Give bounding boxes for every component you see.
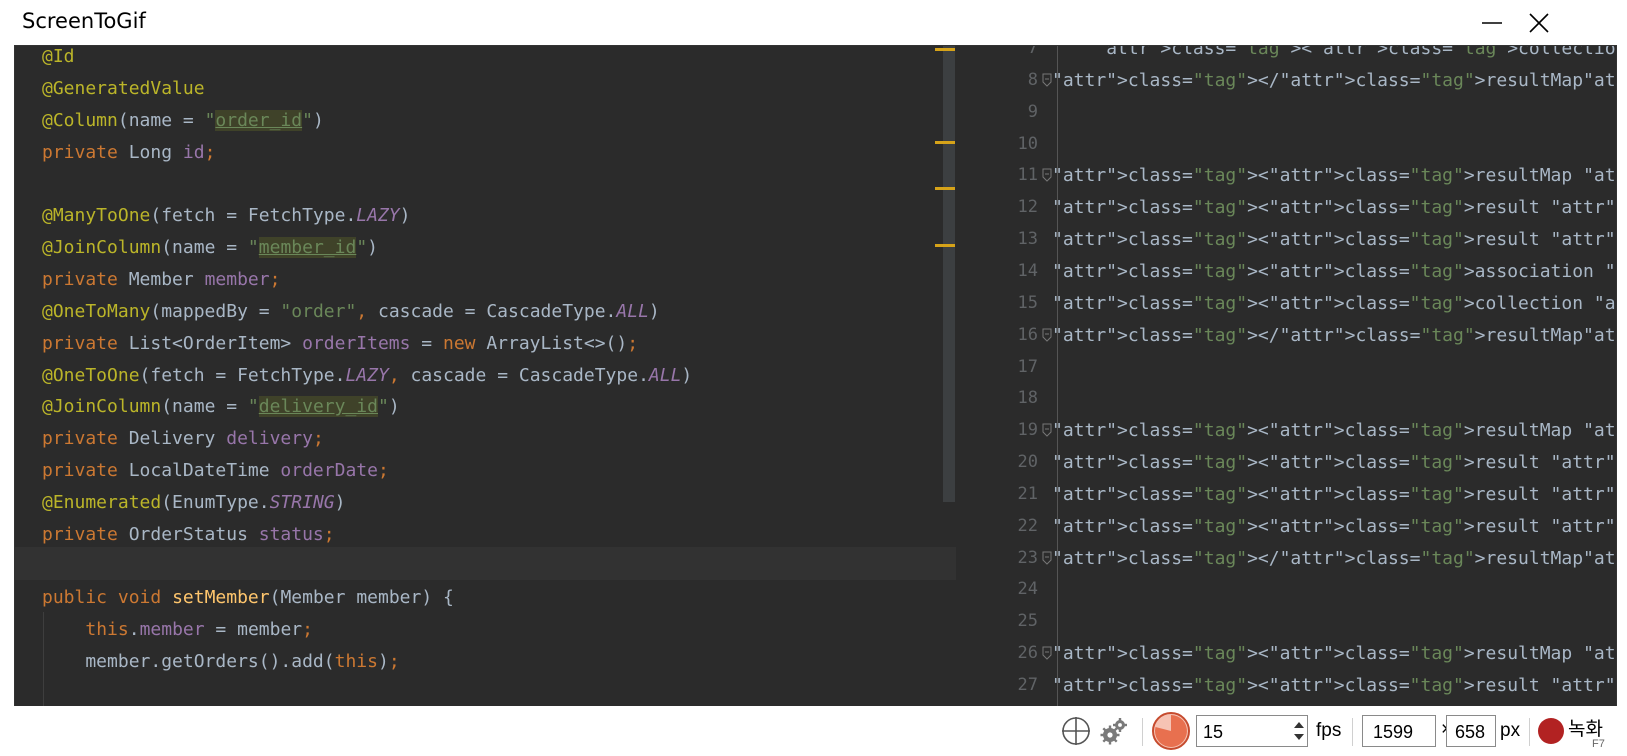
java-editor-pane: @Id @GeneratedValue @Column(name = "order_…: [15, 46, 956, 707]
crosshair-icon: [1062, 717, 1090, 745]
arrow-up-icon: [1294, 722, 1304, 728]
xml-line[interactable]: "attr">class="tag"><"attr">class="tag">c…: [1052, 46, 1616, 65]
code-line[interactable]: member.getOrders().add(this);: [42, 645, 399, 678]
xml-line[interactable]: "attr">class="tag"></"attr">class="tag">…: [1052, 542, 1616, 575]
px-label: px: [1500, 720, 1521, 741]
xml-editor-pane: 7 "attr">class="tag"><"attr">class="tag"…: [956, 46, 1616, 707]
arrow-down-icon: [1294, 734, 1304, 740]
code-line[interactable]: @Enumerated(EnumType.STRING): [42, 486, 345, 519]
line-number: 17: [1017, 356, 1038, 377]
xml-line[interactable]: "attr">class="tag"><"attr">class="tag">a…: [1052, 255, 1616, 288]
code-line[interactable]: private List<OrderItem> orderItems = new…: [42, 327, 638, 360]
timer-icon: [1152, 712, 1190, 750]
line-number: 18: [1017, 388, 1038, 409]
line-number: 8: [1027, 69, 1038, 90]
line-number: 22: [1017, 515, 1038, 536]
code-line[interactable]: private Delivery delivery;: [42, 422, 324, 455]
code-line[interactable]: @ManyToOne(fetch = FetchType.LAZY): [42, 199, 410, 232]
code-line[interactable]: private Long id;: [42, 136, 215, 169]
line-number: 9: [1027, 101, 1038, 122]
code-line[interactable]: @OneToMany(mappedBy = "order", cascade =…: [42, 295, 660, 328]
xml-line[interactable]: "attr">class="tag"><"attr">class="tag">r…: [1052, 414, 1616, 447]
height-input[interactable]: 658: [1446, 715, 1496, 747]
xml-line[interactable]: "attr">class="tag"><"attr">class="tag">r…: [1052, 446, 1616, 479]
fold-icon[interactable]: [1042, 168, 1052, 183]
minimize-button[interactable]: [1470, 6, 1514, 40]
line-number: 19: [1017, 420, 1038, 441]
error-stripe-marker: [935, 244, 955, 247]
xml-line[interactable]: "attr">class="tag"><"attr">class="tag">r…: [1052, 159, 1616, 192]
line-number: 10: [1017, 133, 1038, 154]
record-button[interactable]: [1536, 715, 1566, 747]
gutter-separator: [1057, 46, 1058, 707]
error-stripe-marker: [935, 48, 955, 51]
code-line[interactable]: public void setMember(Member member) {: [42, 581, 454, 614]
line-number: 23: [1017, 547, 1038, 568]
record-label[interactable]: 녹화: [1568, 714, 1603, 741]
line-number: 21: [1017, 483, 1038, 504]
code-line[interactable]: @JoinColumn(name = "member_id"): [42, 231, 378, 264]
frame-timer-button[interactable]: [1151, 711, 1191, 751]
code-line[interactable]: @Id: [42, 46, 75, 73]
record-icon: [1538, 718, 1564, 744]
minimize-icon: [1482, 22, 1502, 24]
xml-line[interactable]: "attr">class="tag"><"attr">class="tag">r…: [1052, 223, 1616, 256]
line-number: 16: [1017, 324, 1038, 345]
line-number: 27: [1017, 675, 1038, 695]
settings-button[interactable]: [1098, 715, 1130, 747]
code-line[interactable]: this.member = member;: [42, 613, 313, 646]
code-line[interactable]: @GeneratedValue: [42, 72, 205, 105]
current-line-highlight: [15, 547, 956, 580]
xml-line[interactable]: "attr">class="tag"><"attr">class="tag">r…: [1052, 191, 1616, 224]
error-stripe-marker: [935, 141, 955, 144]
xml-line[interactable]: "attr">class="tag"><"attr">class="tag">r…: [1052, 478, 1616, 511]
line-number: 11: [1017, 165, 1038, 186]
line-number: 7: [1027, 46, 1038, 58]
xml-line[interactable]: "attr">class="tag"></"attr">class="tag">…: [1052, 64, 1616, 97]
gear-icon: [1100, 718, 1127, 745]
record-shortcut: F7: [1592, 738, 1605, 750]
title-bar: ScreenToGif: [0, 0, 1627, 45]
xml-line[interactable]: "attr">class="tag"></"attr">class="tag">…: [1052, 319, 1616, 352]
code-line[interactable]: private LocalDateTime orderDate;: [42, 454, 389, 487]
line-number: 13: [1017, 229, 1038, 250]
code-line[interactable]: @Column(name = "order_id"): [42, 104, 324, 137]
fold-icon[interactable]: [1042, 551, 1052, 565]
toolbar-separator: [1529, 718, 1530, 746]
fps-label: fps: [1316, 720, 1342, 741]
line-number: 25: [1017, 611, 1038, 632]
line-number: 12: [1017, 197, 1038, 218]
crosshair-button[interactable]: [1060, 715, 1092, 747]
code-line[interactable]: private OrderStatus status;: [42, 518, 335, 551]
close-icon: [1529, 13, 1549, 33]
code-line[interactable]: @OneToOne(fetch = FetchType.LAZY, cascad…: [42, 359, 692, 392]
app-title: ScreenToGif: [22, 9, 146, 33]
capture-region[interactable]: @Id @GeneratedValue @Column(name = "order_…: [14, 45, 1617, 708]
fps-stepper[interactable]: [1290, 715, 1308, 747]
scrollbar-track[interactable]: [943, 46, 955, 502]
toolbar-separator: [1142, 718, 1143, 746]
toolbar-separator: [1352, 718, 1353, 746]
xml-line[interactable]: "attr">class="tag"><"attr">class="tag">c…: [1052, 287, 1616, 320]
code-line[interactable]: @JoinColumn(name = "delivery_id"): [42, 390, 400, 423]
fold-icon[interactable]: [1042, 328, 1052, 342]
fold-icon[interactable]: [1042, 423, 1052, 437]
fold-icon[interactable]: [1042, 73, 1052, 87]
xml-line[interactable]: "attr">class="tag"><"attr">class="tag">r…: [1052, 510, 1616, 543]
error-stripe-marker: [935, 187, 955, 190]
fold-icon[interactable]: [1042, 646, 1052, 660]
line-number: 26: [1017, 643, 1038, 664]
line-number: 15: [1017, 292, 1038, 313]
width-input[interactable]: 1599: [1362, 715, 1436, 747]
bottom-toolbar: 15 fps 1599 × 658 px 녹화 F7: [0, 706, 1627, 756]
xml-line[interactable]: "attr">class="tag"><"attr">class="tag">r…: [1052, 637, 1616, 670]
close-button[interactable]: [1517, 6, 1561, 40]
line-number: 24: [1017, 579, 1038, 600]
code-line[interactable]: private Member member;: [42, 263, 280, 296]
line-number: 14: [1017, 260, 1038, 281]
line-number: 20: [1017, 452, 1038, 473]
xml-line[interactable]: "attr">class="tag"><"attr">class="tag">r…: [1052, 669, 1616, 702]
